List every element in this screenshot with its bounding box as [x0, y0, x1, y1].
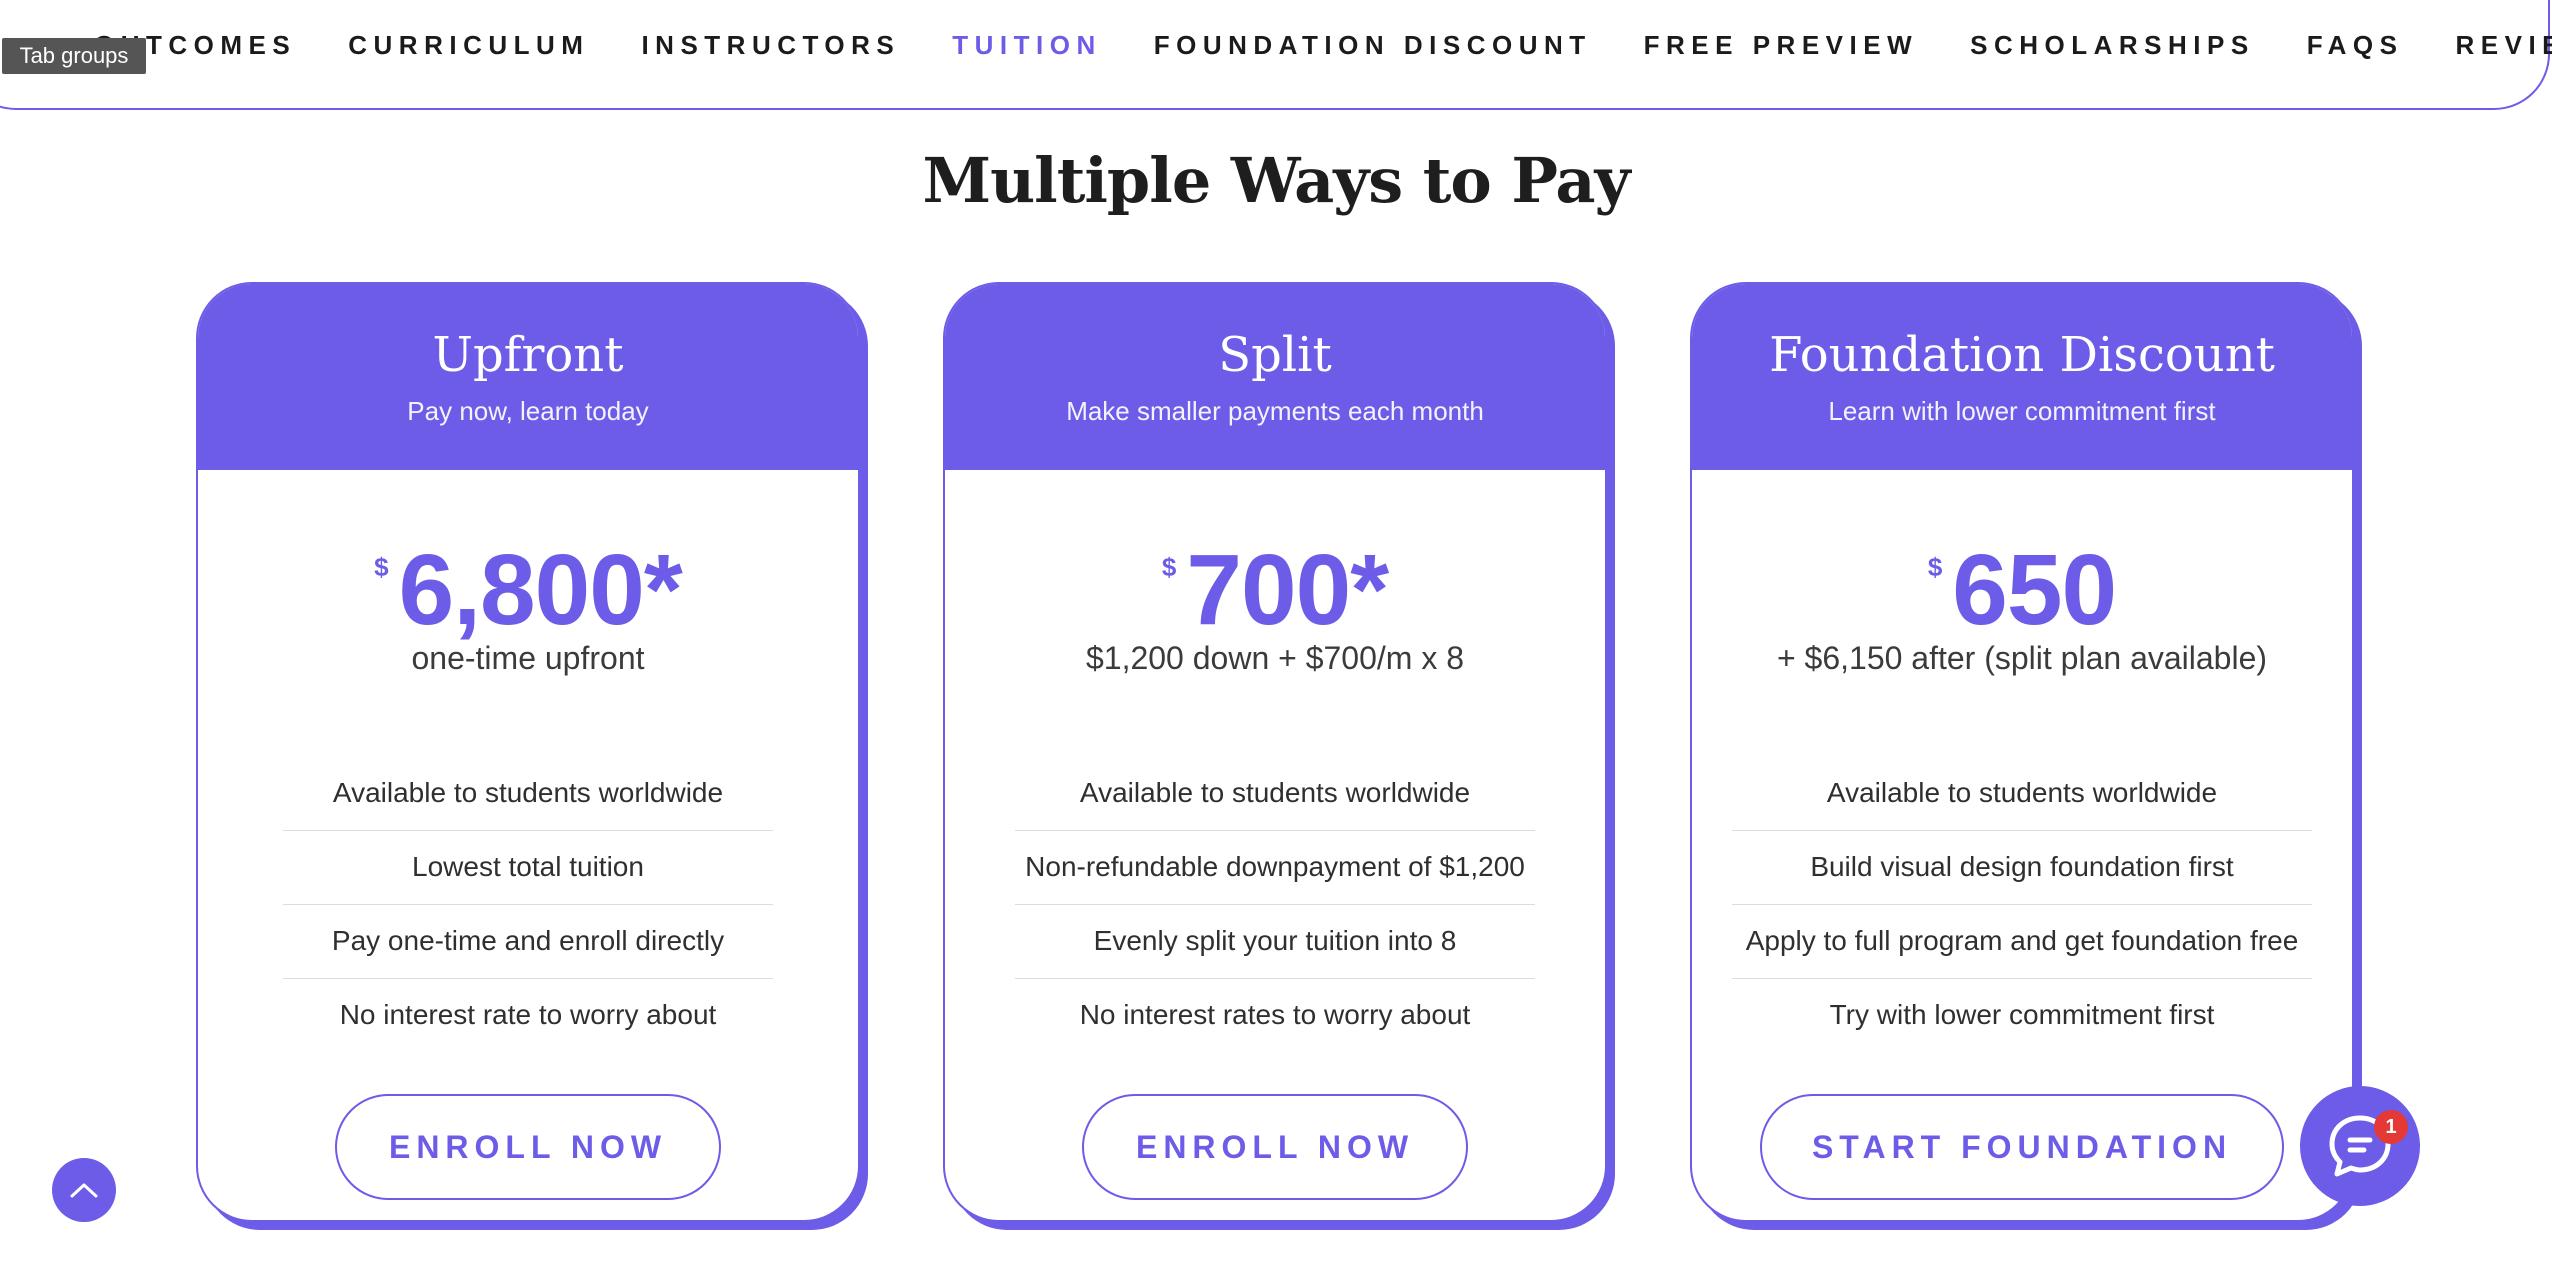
- plan-card-header: Upfront Pay now, learn today: [198, 284, 858, 470]
- start-foundation-button[interactable]: START FOUNDATION: [1760, 1094, 2284, 1200]
- nav-menu: OUTCOMES CURRICULUM INSTRUCTORS TUITION …: [94, 30, 2552, 61]
- currency-symbol: $: [1161, 552, 1177, 582]
- nav-item-reviews[interactable]: REVIEWS: [2456, 30, 2552, 61]
- top-navigation: OUTCOMES CURRICULUM INSTRUCTORS TUITION …: [0, 0, 2552, 110]
- feature-list: Available to students worldwide Build vi…: [1732, 757, 2312, 1052]
- feature-item: Pay one-time and enroll directly: [283, 905, 773, 979]
- tab-groups-tooltip: Tab groups: [2, 38, 146, 74]
- chat-launcher-button[interactable]: [2300, 1086, 2420, 1206]
- feature-item: Available to students worldwide: [1015, 757, 1535, 831]
- plan-title: Upfront: [432, 327, 624, 383]
- feature-item: Available to students worldwide: [1732, 757, 2312, 831]
- price-amount: 6,800*: [398, 534, 683, 646]
- feature-list: Available to students worldwide Lowest t…: [283, 757, 773, 1052]
- plan-subtitle: Learn with lower commitment first: [1828, 396, 2216, 426]
- notification-badge: 1: [2374, 1110, 2408, 1144]
- plan-subtitle: Pay now, learn today: [407, 396, 649, 426]
- enroll-now-button[interactable]: ENROLL NOW: [1082, 1094, 1468, 1200]
- nav-item-curriculum[interactable]: CURRICULUM: [348, 30, 589, 61]
- plan-price: $ 700*: [945, 540, 1605, 640]
- plan-price: $ 6,800*: [198, 540, 858, 640]
- nav-item-free-preview[interactable]: FREE PREVIEW: [1644, 30, 1918, 61]
- price-amount: 650: [1952, 534, 2117, 646]
- feature-item: Lowest total tuition: [283, 831, 773, 905]
- feature-item: Try with lower commitment first: [1829, 999, 2215, 1030]
- currency-symbol: $: [1927, 552, 1943, 582]
- plan-price: $ 650: [1692, 540, 2352, 640]
- nav-item-instructors[interactable]: INSTRUCTORS: [641, 30, 900, 61]
- chevron-up-icon: [70, 1183, 98, 1198]
- feature-item: Evenly split your tuition into 8: [1015, 905, 1535, 979]
- plan-title: Split: [1218, 327, 1332, 383]
- price-amount: 700*: [1186, 534, 1389, 646]
- scroll-to-top-button[interactable]: [52, 1158, 116, 1222]
- nav-item-tuition[interactable]: TUITION: [952, 30, 1102, 61]
- feature-item: Available to students worldwide: [283, 757, 773, 831]
- price-note: + $6,150 after (split plan available): [1776, 640, 2268, 676]
- plan-card-header: Foundation Discount Learn with lower com…: [1692, 284, 2352, 470]
- nav-item-scholarships[interactable]: SCHOLARSHIPS: [1970, 30, 2255, 61]
- plan-card-foundation-discount: Foundation Discount Learn with lower com…: [1690, 282, 2354, 1222]
- plan-card-header: Split Make smaller payments each month: [945, 284, 1605, 470]
- feature-item: No interest rates to worry about: [1079, 999, 1471, 1030]
- price-note: $1,200 down + $700/m x 8: [1085, 640, 1465, 676]
- plan-card-upfront: Upfront Pay now, learn today $ 6,800* on…: [196, 282, 860, 1222]
- feature-item: Non-refundable downpayment of $1,200: [1015, 831, 1535, 905]
- nav-item-foundation-discount[interactable]: FOUNDATION DISCOUNT: [1154, 30, 1592, 61]
- feature-item: Build visual design foundation first: [1732, 831, 2312, 905]
- price-note: one-time upfront: [411, 640, 645, 676]
- feature-item: No interest rate to worry about: [339, 999, 717, 1030]
- currency-symbol: $: [374, 552, 389, 582]
- nav-item-faqs[interactable]: FAQS: [2307, 30, 2404, 61]
- plan-subtitle: Make smaller payments each month: [1066, 396, 1484, 426]
- plan-title: Foundation Discount: [1769, 327, 2275, 383]
- feature-item: Apply to full program and get foundation…: [1732, 905, 2312, 979]
- plan-card-split: Split Make smaller payments each month $…: [943, 282, 1607, 1222]
- page-title: Multiple Ways to Pay: [922, 144, 1630, 217]
- enroll-now-button[interactable]: ENROLL NOW: [335, 1094, 721, 1200]
- feature-list: Available to students worldwide Non-refu…: [1015, 757, 1535, 1052]
